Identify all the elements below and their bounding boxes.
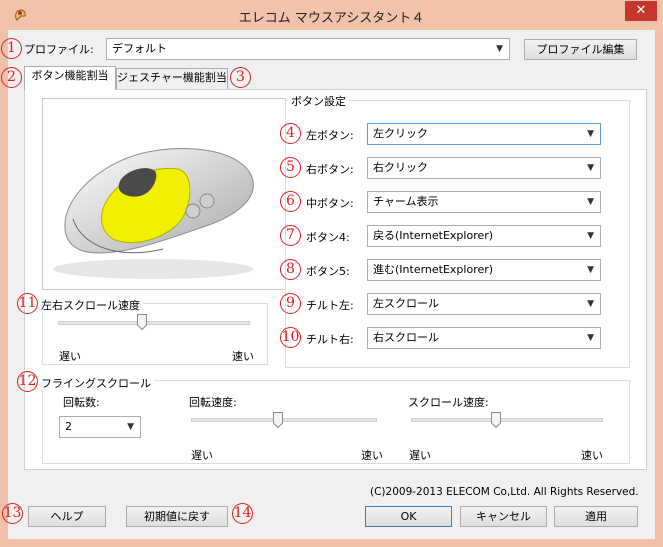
badge-9: 9 [280, 293, 301, 314]
chevron-down-icon: ▼ [587, 163, 594, 173]
tilt-left-label: チルト左: [306, 299, 354, 312]
tilt-left-value: 左スクロール [373, 297, 439, 310]
help-button[interactable]: ヘルプ [28, 506, 106, 527]
left-button-value: 左クリック [373, 127, 428, 140]
rotations-value: 2 [65, 420, 72, 433]
rotations-label: 回転数: [63, 396, 100, 409]
badge-2: 2 [1, 67, 22, 88]
badge-5: 5 [280, 157, 301, 178]
scroll-speed-track [411, 418, 603, 422]
tab-panel: 11 左右スクロール速度 遅い 速い ボタン設定 4 左ボタン: 左クリック ▼ … [17, 89, 647, 470]
badge-3: 3 [230, 67, 251, 88]
horizontal-scroll-slow: 遅い [59, 350, 81, 363]
mouse-image [42, 98, 286, 290]
scroll-speed-fast: 速い [581, 449, 603, 462]
badge-11: 11 [17, 293, 38, 314]
edit-profile-button[interactable]: プロファイル編集 [524, 39, 637, 60]
horizontal-scroll-fast: 速い [232, 350, 254, 363]
chevron-down-icon: ▼ [587, 231, 594, 241]
badge-6: 6 [280, 191, 301, 212]
button4-label: ボタン4: [306, 231, 350, 244]
reset-defaults-button[interactable]: 初期値に戻す [126, 506, 228, 527]
profile-select-value: デフォルト [112, 42, 167, 55]
dialog-client: 1 プロファイル: デフォルト ▼ プロファイル編集 2 ボタン機能割当 ジェス… [1, 30, 655, 539]
chevron-down-icon: ▼ [587, 265, 594, 275]
right-button-value: 右クリック [373, 161, 428, 174]
horizontal-scroll-slider[interactable] [137, 314, 147, 330]
chevron-down-icon: ▼ [587, 299, 594, 309]
badge-14: 14 [232, 503, 253, 524]
rotation-speed-slow: 遅い [191, 449, 213, 462]
tilt-right-label: チルト右: [306, 333, 354, 346]
scroll-speed-slow: 遅い [409, 449, 431, 462]
chevron-down-icon: ▼ [587, 197, 594, 207]
button5-select[interactable]: 進む(InternetExplorer) ▼ [367, 259, 601, 281]
badge-12: 12 [17, 371, 38, 392]
left-button-select[interactable]: 左クリック ▼ [367, 123, 601, 145]
chevron-down-icon: ▼ [587, 129, 594, 139]
badge-4: 4 [280, 123, 301, 144]
rotation-speed-track [191, 418, 377, 422]
tilt-left-select[interactable]: 左スクロール ▼ [367, 293, 601, 315]
tilt-right-select[interactable]: 右スクロール ▼ [367, 327, 601, 349]
right-button-label: 右ボタン: [306, 163, 354, 176]
badge-10: 10 [280, 327, 301, 348]
profile-label: プロファイル: [24, 43, 94, 56]
flying-scroll-title: フライングスクロール [41, 375, 154, 391]
middle-button-value: チャーム表示 [373, 195, 439, 208]
copyright-text: (C)2009-2013 ELECOM Co,Ltd. All Rights R… [370, 486, 639, 498]
button4-value: 戻る(InternetExplorer) [373, 229, 494, 242]
rotation-speed-fast: 速い [361, 449, 383, 462]
cancel-button[interactable]: キャンセル [460, 506, 547, 527]
badge-1: 1 [1, 38, 22, 59]
left-button-label: 左ボタン: [306, 129, 354, 142]
button5-label: ボタン5: [306, 265, 350, 278]
window-title: エレコム マウスアシスタント４ [238, 11, 425, 26]
middle-button-select[interactable]: チャーム表示 ▼ [367, 191, 601, 213]
title-bar[interactable]: エレコム マウスアシスタント４ ✕ [0, 0, 663, 30]
right-button-select[interactable]: 右クリック ▼ [367, 157, 601, 179]
middle-button-label: 中ボタン: [306, 197, 354, 210]
close-button[interactable]: ✕ [625, 1, 657, 21]
badge-7: 7 [280, 225, 301, 246]
chevron-down-icon: ▼ [127, 422, 134, 432]
profile-select[interactable]: デフォルト ▼ [106, 38, 510, 60]
badge-8: 8 [280, 259, 301, 280]
scroll-speed-slider[interactable] [491, 412, 501, 428]
rotations-select[interactable]: 2 ▼ [59, 416, 141, 438]
badge-13: 13 [2, 503, 23, 524]
ok-button[interactable]: OK [365, 506, 452, 527]
horizontal-scroll-track [58, 321, 250, 325]
chevron-down-icon: ▼ [496, 44, 503, 54]
tilt-right-value: 右スクロール [373, 331, 439, 344]
apply-button[interactable]: 適用 [554, 506, 638, 527]
chevron-down-icon: ▼ [587, 333, 594, 343]
application-window: エレコム マウスアシスタント４ ✕ 1 プロファイル: デフォルト ▼ プロファ… [0, 0, 663, 547]
button4-select[interactable]: 戻る(InternetExplorer) ▼ [367, 225, 601, 247]
horizontal-scroll-title: 左右スクロール速度 [41, 297, 143, 313]
rotation-speed-slider[interactable] [273, 412, 283, 428]
tab-gesture-assign[interactable]: ジェスチャー機能割当 [116, 68, 228, 89]
button-settings-title: ボタン設定 [288, 93, 349, 109]
tab-button-assign[interactable]: ボタン機能割当 [24, 66, 116, 90]
rotation-speed-label: 回転速度: [189, 396, 237, 409]
scroll-speed-label: スクロール速度: [408, 396, 489, 409]
mouse-illustration [53, 148, 254, 279]
button5-value: 進む(InternetExplorer) [373, 263, 494, 276]
